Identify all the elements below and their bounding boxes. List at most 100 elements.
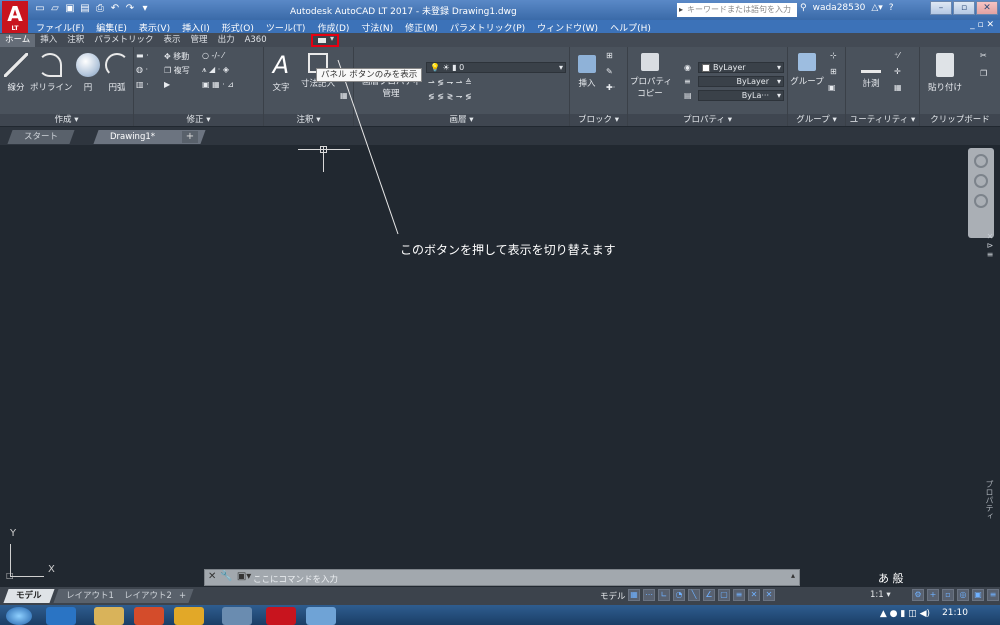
command-customize-icon[interactable]: 🔧 (220, 571, 232, 582)
add-layout-button[interactable]: + (171, 589, 194, 603)
close-button[interactable]: ✕ (976, 1, 998, 15)
move-tool[interactable]: ✥ 移動 (164, 51, 189, 62)
group-select-icon[interactable]: ▣ (828, 83, 836, 92)
layer-tools-row2[interactable]: ≶ ≶ ≷ ⇁ ≶ (428, 92, 472, 101)
tab-parametric[interactable]: パラメトリック (89, 34, 158, 47)
minimize-button[interactable]: – (930, 1, 952, 15)
auto-scale-icon[interactable]: ✕ (763, 589, 775, 601)
ie-icon[interactable] (46, 607, 76, 625)
polyline-tool[interactable]: ポリライン (30, 53, 73, 93)
save-as-icon[interactable]: ▤ (79, 3, 91, 15)
lineweight-toggle-icon[interactable]: ≡ (733, 589, 745, 601)
layout-tab-model[interactable]: モデル (3, 589, 55, 603)
binoculars-icon[interactable]: ⚲ (800, 3, 807, 13)
system-tray[interactable]: ▲ ● ▮ ◫ ◀) (880, 609, 930, 619)
palette-menu-icon[interactable]: ≡ (983, 250, 997, 259)
help-icon[interactable]: ? (889, 3, 894, 13)
tab-home[interactable]: ホーム (0, 34, 36, 47)
tab-insert[interactable]: 挿入 (35, 34, 62, 47)
autocad-taskbar-icon[interactable] (266, 607, 296, 625)
print-icon[interactable]: ⎙ (94, 3, 106, 15)
attribute-icon[interactable]: ✚· (606, 83, 615, 92)
explorer-icon[interactable] (94, 607, 124, 625)
command-input[interactable]: ここにコマンドを入力 (253, 573, 338, 585)
file-tab-start[interactable]: スタート (7, 130, 75, 144)
utilities-panel-title[interactable]: ユーティリティ ▾ (846, 114, 919, 126)
layer-dropdown[interactable]: 💡 ☀ ▮ 0 (426, 62, 566, 73)
linetype-dropdown[interactable]: ByLayer (698, 76, 784, 87)
annotation-scale[interactable]: 1:1 ▾ (870, 590, 891, 600)
open-icon[interactable]: ▱ (49, 3, 61, 15)
draw-small-icons[interactable]: ▬ · (136, 51, 149, 60)
command-close-icon[interactable]: ✕ (208, 571, 216, 582)
save-icon[interactable]: ▣ (64, 3, 76, 15)
undo-icon[interactable]: ↶ (109, 3, 121, 15)
rectangle-icon[interactable]: ▥ · (136, 80, 149, 89)
hatch-icon[interactable]: ◍ · (136, 65, 148, 74)
redo-icon[interactable]: ↷ (124, 3, 136, 15)
create-block-icon[interactable]: ⊞ (606, 51, 613, 60)
ribbon-minimize-toggle-button[interactable] (311, 34, 339, 47)
steering-wheel-icon[interactable] (974, 154, 988, 168)
palette-close-icon[interactable]: ✕ (983, 232, 997, 241)
plus-icon[interactable]: + (927, 589, 939, 601)
tab-annotate[interactable]: 注釈 (62, 34, 89, 47)
polar-icon[interactable]: ◔ (673, 589, 685, 601)
paste-tool[interactable]: 貼り付け (924, 53, 966, 93)
command-expand-icon[interactable]: ▴ (791, 571, 795, 580)
drawing-canvas[interactable] (0, 145, 1000, 587)
gear-icon[interactable]: ⚙ (912, 589, 924, 601)
tab-manage[interactable]: 管理 (186, 34, 213, 47)
properties-palette-label[interactable]: プロパティ (984, 480, 995, 520)
units-icon[interactable]: ▫ (942, 589, 954, 601)
scale-array-icons[interactable]: ▣ ▦ · ⊿ (202, 80, 234, 89)
user-name[interactable]: wada28530 (813, 3, 866, 13)
annotation-panel-title[interactable]: 注釈 ▾ (264, 114, 353, 126)
clipboard-panel-title[interactable]: クリップボード (920, 114, 1000, 126)
document-window-controls[interactable]: _ ▫ ✕ (970, 20, 994, 30)
search-input[interactable]: キーワードまたは語句を入力 (677, 3, 797, 17)
measure-tool[interactable]: 計測 (856, 53, 886, 89)
isodraft-icon[interactable]: ╲ (688, 589, 700, 601)
chrome-icon[interactable] (174, 607, 204, 625)
arc-tool[interactable]: 円弧 (104, 53, 130, 93)
annotation-visibility-icon[interactable]: ✕ (748, 589, 760, 601)
paint-icon[interactable] (306, 607, 336, 625)
match-properties-tool[interactable]: プロパティ コピー (630, 53, 672, 99)
calculator-icon[interactable]: ▦ (894, 83, 902, 92)
mirror-fillet-icons[interactable]: ⩚ ◢ · ◈ (202, 65, 229, 75)
layer-tools-row1[interactable]: ⇀ ≶ ⇁ ⇀ ≜ (428, 78, 472, 87)
text-tool[interactable]: A 文字 (268, 53, 294, 93)
customize-icon[interactable]: ≡ (987, 589, 999, 601)
draw-panel-title[interactable]: 作成 ▾ (0, 114, 133, 126)
table-icon[interactable]: ▦ (340, 91, 348, 100)
model-space-button[interactable]: モデル (600, 590, 626, 602)
zoom-icon[interactable] (974, 194, 988, 208)
lineweight-dropdown[interactable]: ByLa··· (698, 90, 784, 101)
block-panel-title[interactable]: ブロック ▾ (570, 114, 627, 126)
object-snap-icon[interactable]: ▢ (718, 589, 730, 601)
modify-panel-title[interactable]: 修正 ▾ (134, 114, 263, 126)
rotate-trim-icons[interactable]: ○ -/- ⁄ (202, 51, 224, 60)
pan-icon[interactable] (974, 174, 988, 188)
layers-panel-title[interactable]: 画層 ▾ (354, 114, 569, 126)
point-icon[interactable]: ✛ (894, 67, 901, 76)
copy-tool[interactable]: ❐ 複写 (164, 65, 190, 76)
command-history-icon[interactable]: ▣▾ (237, 571, 251, 582)
maximize-button[interactable]: ▫ (953, 1, 975, 15)
line-tool[interactable]: 線分 (2, 53, 30, 93)
groups-panel-title[interactable]: グループ ▾ (788, 114, 845, 126)
tab-output[interactable]: 出力 (213, 34, 240, 47)
insert-block-tool[interactable]: 挿入 (574, 55, 600, 89)
copy-clip-icon[interactable]: ❐ (980, 69, 987, 78)
media-icon[interactable] (134, 607, 164, 625)
ungroup-icon[interactable]: ⊹ (830, 51, 837, 60)
grid-icon[interactable]: ▦ (628, 589, 640, 601)
new-icon[interactable]: ▭ (34, 3, 46, 15)
group-tool[interactable]: グループ (790, 53, 824, 87)
start-button[interactable] (6, 607, 32, 625)
tab-a360[interactable]: A360 (240, 34, 272, 47)
palette-pin-icon[interactable]: ⊳ (983, 241, 997, 250)
color-dropdown[interactable]: ByLayer (698, 62, 784, 73)
browser-icon[interactable] (222, 607, 252, 625)
